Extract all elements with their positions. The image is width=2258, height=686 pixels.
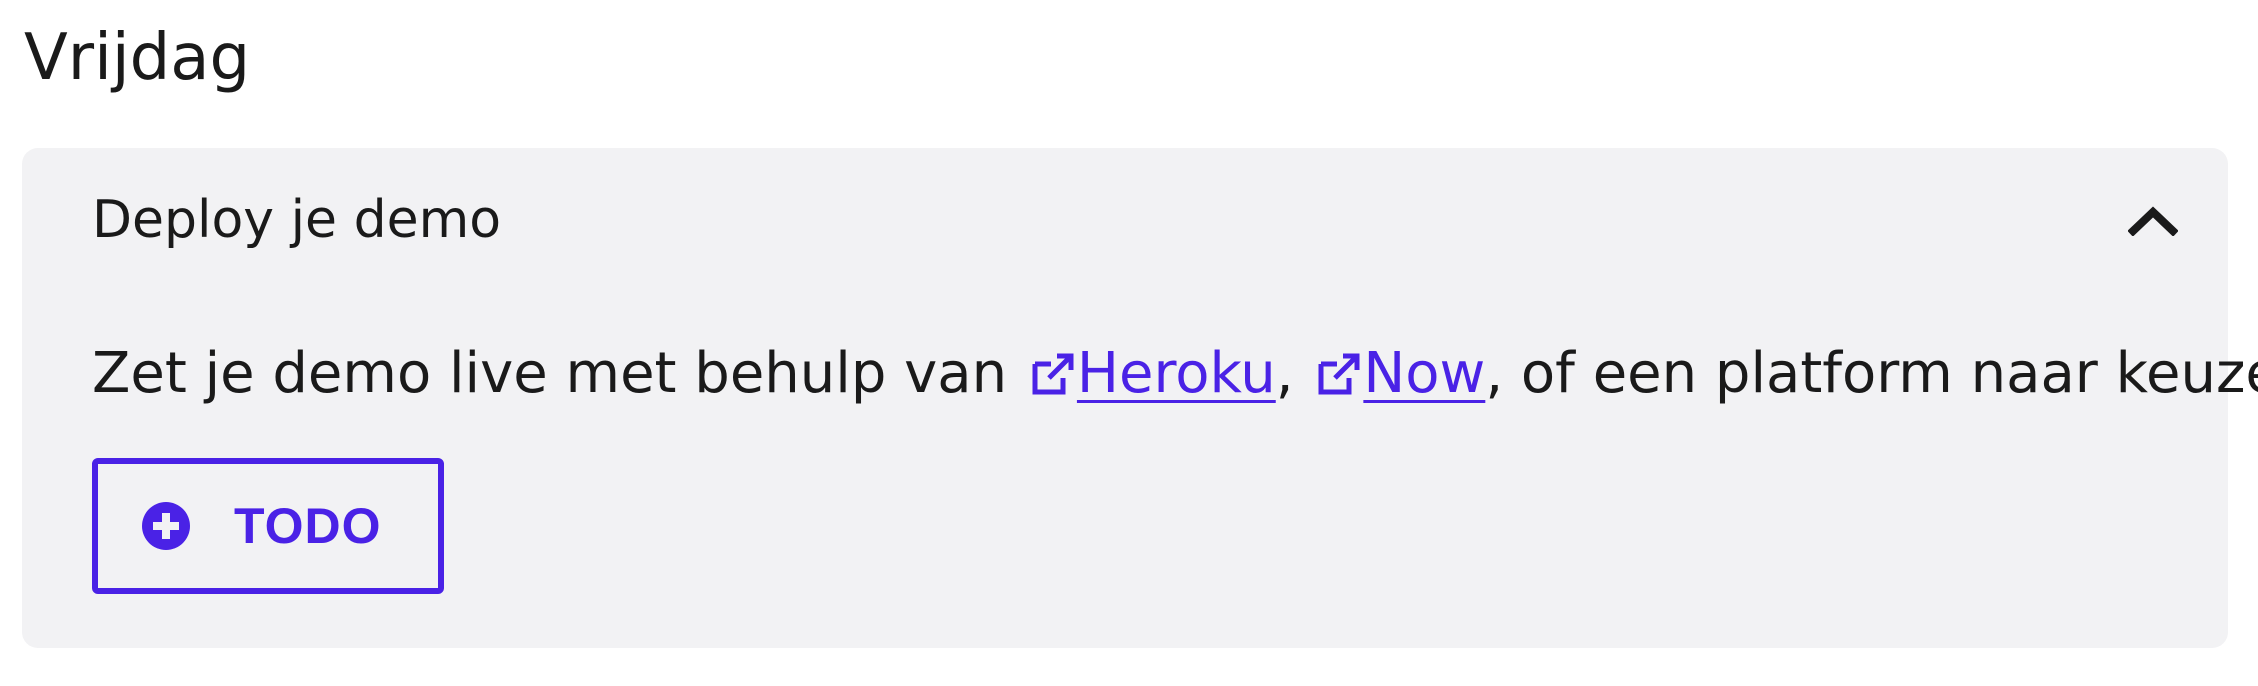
now-link[interactable]: Now xyxy=(1363,341,1485,406)
plus-circle-icon xyxy=(142,502,190,550)
description-text-before: Zet je demo live met behulp van xyxy=(92,341,1025,406)
chevron-up-icon[interactable] xyxy=(2128,204,2178,236)
panel-description: Zet je demo live met behulp van Heroku , … xyxy=(92,334,2258,414)
day-title: Vrijdag xyxy=(24,21,251,95)
link-separator: , xyxy=(1275,341,1312,406)
todo-button[interactable]: TODO xyxy=(92,458,444,594)
external-link-icon xyxy=(1318,353,1360,395)
todo-button-label: TODO xyxy=(234,498,382,554)
panel-title: Deploy je demo xyxy=(92,190,502,250)
description-text-after: , of een platform naar keuze. xyxy=(1485,341,2258,406)
heroku-link[interactable]: Heroku xyxy=(1077,341,1276,406)
task-panel: Deploy je demo Zet je demo live met behu… xyxy=(22,148,2258,648)
external-link-icon xyxy=(1032,353,1074,395)
panel-header-toggle[interactable]: Deploy je demo xyxy=(22,148,2228,292)
